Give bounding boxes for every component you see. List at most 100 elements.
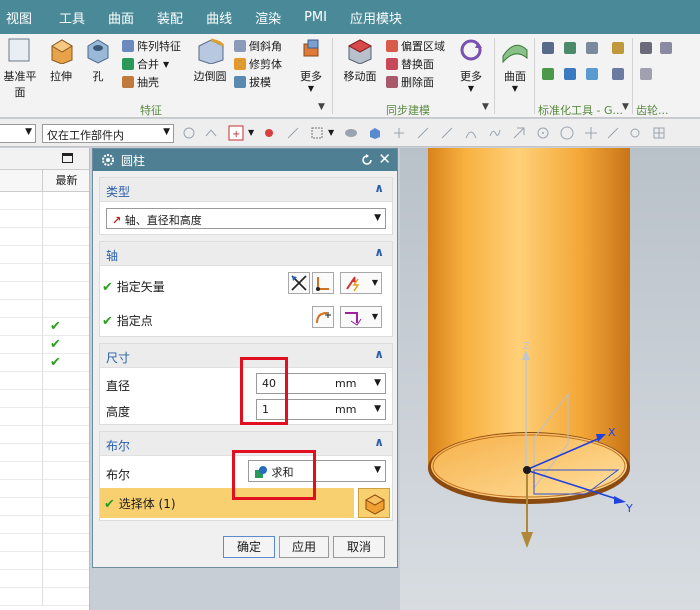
list-item[interactable] [0, 480, 89, 498]
type-filter-combo[interactable]: ▼ [0, 124, 36, 143]
spline-icon[interactable] [488, 126, 502, 140]
draft-button[interactable]: 拔模 [234, 74, 271, 90]
collapse-icon[interactable]: ∧ [374, 435, 384, 449]
menu-view[interactable]: 视图 [0, 8, 32, 27]
list-item[interactable] [0, 588, 89, 606]
select-body-button[interactable] [358, 488, 390, 518]
graphics-viewport[interactable]: Z X Y [400, 148, 700, 610]
pattern-feature-button[interactable]: 阵列特征 [122, 38, 181, 54]
select-tool-icon[interactable] [262, 126, 276, 140]
unite-button[interactable]: 合并 ▼ [122, 56, 169, 72]
std-tool-8[interactable] [612, 68, 627, 80]
collapse-icon[interactable]: ∧ [374, 347, 384, 361]
sync-group-expand-icon[interactable]: ▼ [482, 102, 489, 112]
curve-icon[interactable] [464, 126, 478, 140]
select-tool-icon[interactable] [286, 126, 300, 140]
menu-assembly[interactable]: 装配 [151, 8, 183, 27]
list-item[interactable] [0, 552, 89, 570]
sync-more-button[interactable]: 更多 ▼ [456, 36, 486, 93]
menu-tools[interactable]: 工具 [53, 8, 85, 27]
point-icon[interactable] [628, 126, 642, 140]
list-item[interactable] [0, 498, 89, 516]
gear-tool-1[interactable] [640, 42, 655, 54]
list-item[interactable] [0, 570, 89, 588]
point-dialog-button[interactable] [312, 306, 334, 328]
menu-surface[interactable]: 曲面 [102, 8, 134, 27]
settings-gear-icon[interactable] [101, 153, 115, 167]
menu-pmi[interactable]: PMI [298, 10, 327, 25]
ok-button[interactable]: 确定 [223, 536, 275, 558]
std-tool-5[interactable] [564, 68, 579, 80]
list-item[interactable]: ✔ [0, 354, 89, 372]
gear-tool-2[interactable] [660, 42, 675, 54]
apply-button[interactable]: 应用 [279, 536, 329, 558]
maximize-icon[interactable] [62, 153, 73, 163]
std-tool-7[interactable] [612, 42, 627, 54]
move-face-button[interactable]: 移动面 [340, 36, 380, 84]
select-component-icon[interactable] [204, 126, 218, 140]
menu-render[interactable]: 渲染 [249, 8, 281, 27]
select-body-icon[interactable] [368, 126, 382, 140]
inferred-vector-dropdown[interactable]: ▼ [340, 272, 382, 294]
cancel-button[interactable]: 取消 [333, 536, 385, 558]
inferred-point-dropdown[interactable]: ▼ [340, 306, 382, 328]
plus-icon[interactable] [584, 126, 598, 140]
list-item[interactable] [0, 192, 89, 210]
gear-tool-3[interactable] [640, 68, 655, 80]
list-item[interactable] [0, 210, 89, 228]
select-tool-icon[interactable] [392, 126, 406, 140]
extrude-button[interactable]: 拉伸 [44, 36, 78, 84]
list-item[interactable] [0, 426, 89, 444]
list-item[interactable] [0, 228, 89, 246]
list-item[interactable] [0, 372, 89, 390]
list-item[interactable]: ✔ [0, 336, 89, 354]
list-item[interactable]: ✔ [0, 318, 89, 336]
collapse-icon[interactable]: ∧ [374, 245, 384, 259]
point-icon[interactable] [512, 126, 526, 140]
circle-icon[interactable] [560, 126, 574, 140]
chamfer-button[interactable]: 倒斜角 [234, 38, 282, 54]
datum-plane-button[interactable]: 基准平面 [0, 36, 40, 100]
list-item[interactable] [0, 264, 89, 282]
list-item[interactable] [0, 516, 89, 534]
select-tool-icon[interactable] [344, 126, 358, 140]
axis-section-header[interactable]: 轴 ∧ [100, 242, 392, 266]
std-tool-2[interactable] [564, 42, 579, 54]
std-tools-expand-icon[interactable]: ▼ [622, 102, 629, 112]
vector-dialog-button[interactable] [312, 272, 334, 294]
snap-point-icon[interactable]: + [228, 125, 244, 141]
surface-button[interactable]: 曲面 ▼ [500, 36, 530, 93]
snap-dropdown-icon[interactable]: ▼ [248, 128, 254, 137]
rectangle-select-icon[interactable] [310, 126, 324, 140]
collapse-icon[interactable]: ∧ [374, 181, 384, 195]
shell-button[interactable]: 抽壳 [122, 74, 159, 90]
trim-body-button[interactable]: 修剪体 [234, 56, 282, 72]
std-tool-3[interactable] [586, 42, 601, 54]
reset-icon[interactable] [361, 154, 373, 166]
hole-button[interactable]: 孔 [82, 36, 114, 84]
line-icon[interactable] [440, 126, 454, 140]
list-item[interactable] [0, 300, 89, 318]
replace-face-button[interactable]: 替换面 [386, 56, 434, 72]
list-item[interactable] [0, 534, 89, 552]
close-icon[interactable]: ✕ [378, 150, 391, 168]
selection-scope-combo[interactable]: 仅在工作部件内 ▼ [42, 124, 174, 143]
edge-blend-button[interactable]: 边倒圆 [190, 36, 230, 84]
std-tool-6[interactable] [586, 68, 601, 80]
select-feature-icon[interactable] [182, 126, 196, 140]
offset-region-button[interactable]: 偏置区域 [386, 38, 445, 54]
delete-face-button[interactable]: 删除面 [386, 74, 434, 90]
type-section-header[interactable]: 类型 ∧ [100, 178, 392, 202]
reverse-vector-button[interactable] [288, 272, 310, 294]
latest-column-header[interactable]: 最新 [42, 170, 90, 192]
menu-applications[interactable]: 应用模块 [344, 8, 402, 27]
std-tool-1[interactable] [542, 42, 557, 54]
list-item[interactable] [0, 390, 89, 408]
feature-more-button[interactable]: 更多 ▼ [296, 36, 326, 93]
line-icon[interactable] [416, 126, 430, 140]
list-item[interactable] [0, 462, 89, 480]
std-tool-4[interactable] [542, 68, 557, 80]
list-item[interactable] [0, 246, 89, 264]
rectangle-select-dropdown-icon[interactable]: ▼ [328, 128, 334, 137]
grid-icon[interactable] [652, 126, 666, 140]
